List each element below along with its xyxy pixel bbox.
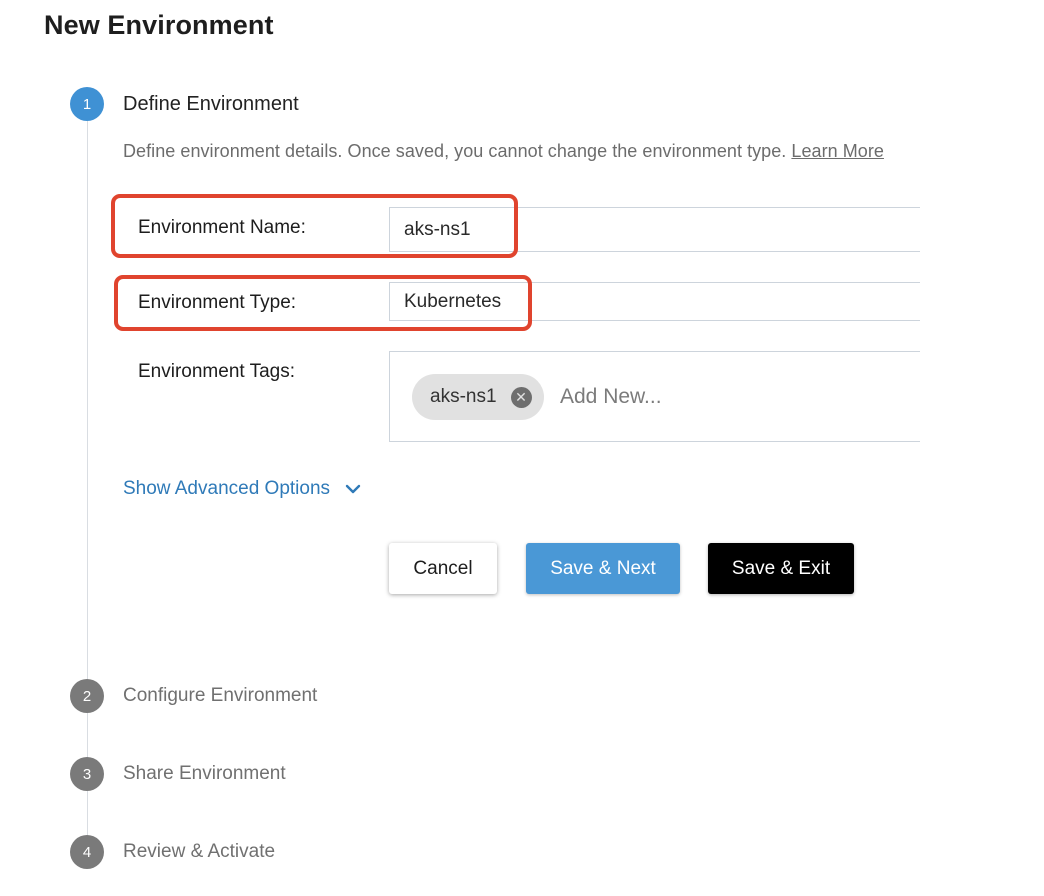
step-number-badge: 2 [70,679,104,713]
stepper-timeline [87,118,88,858]
tag-chip-label: aks-ns1 [430,386,497,407]
step-share-environment[interactable]: 3 Share Environment [70,757,286,791]
description-text: Define environment details. Once saved, … [123,141,792,161]
step-configure-environment[interactable]: 2 Configure Environment [70,679,317,713]
save-exit-button[interactable]: Save & Exit [708,543,854,594]
show-advanced-options-toggle[interactable]: Show Advanced Options [123,478,362,500]
step-number-badge: 3 [70,757,104,791]
step-label: Review & Activate [123,841,276,862]
learn-more-link[interactable]: Learn More [791,141,884,161]
environment-type-label: Environment Type: [138,292,297,313]
step-label: Configure Environment [123,685,318,706]
environment-type-value: Kubernetes [404,290,502,312]
step-define-environment[interactable]: 1 Define Environment [70,87,299,121]
environment-name-value: aks-ns1 [404,218,471,240]
environment-tags-label: Environment Tags: [138,361,296,382]
environment-name-label: Environment Name: [138,217,306,238]
advanced-options-label: Show Advanced Options [123,478,331,499]
step-review-activate[interactable]: 4 Review & Activate [70,835,275,869]
step-label: Define Environment [123,92,299,115]
cancel-button[interactable]: Cancel [389,543,497,594]
environment-tags-field[interactable]: aks-ns1 ✕ [389,351,920,442]
add-tag-input[interactable] [560,377,900,417]
environment-type-field: Kubernetes [389,282,920,321]
page-title: New Environment [44,10,274,40]
environment-name-field[interactable]: aks-ns1 [389,207,920,252]
step-number-badge: 4 [70,835,104,869]
tag-chip: aks-ns1 ✕ [412,374,544,420]
chevron-down-icon [345,484,361,494]
step-label: Share Environment [123,763,286,784]
step-number-badge: 1 [70,87,104,121]
close-circle-icon[interactable]: ✕ [510,386,532,408]
step-description: Define environment details. Once saved, … [123,141,920,162]
save-next-button[interactable]: Save & Next [526,543,680,594]
